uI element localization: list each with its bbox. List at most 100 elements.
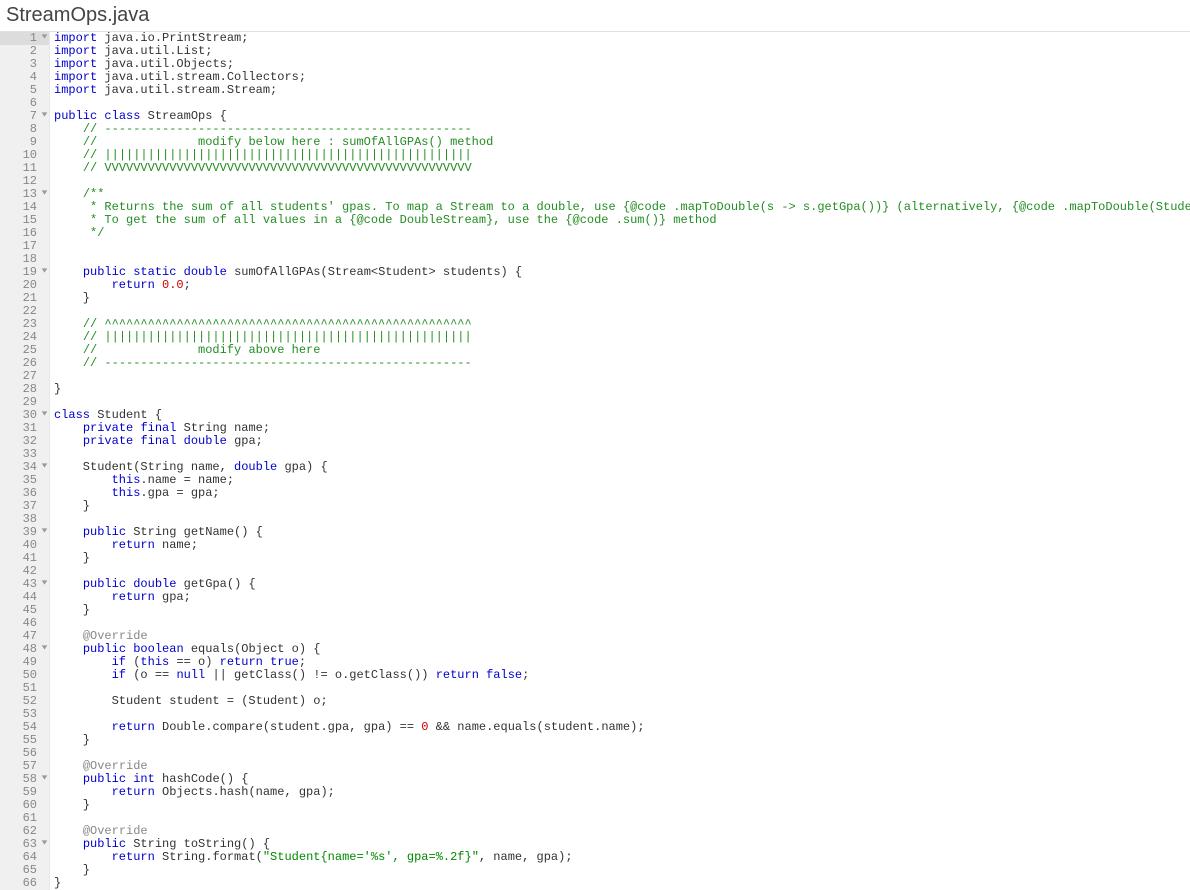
gutter-line[interactable]: 5 [0, 84, 49, 97]
code-area[interactable]: import java.io.PrintStream;import java.u… [50, 32, 1190, 890]
token-pl [155, 278, 162, 292]
token-pl: Student(String name, [54, 460, 234, 474]
line-gutter[interactable]: 1234567891011121314151617181920212223242… [0, 32, 50, 890]
token-kw: return [220, 655, 263, 669]
code-line[interactable]: Student student = (Student) o; [54, 695, 1190, 708]
token-pl [54, 720, 112, 734]
code-line[interactable]: return Objects.hash(name, gpa); [54, 786, 1190, 799]
code-line[interactable]: } [54, 734, 1190, 747]
code-line[interactable]: import java.util.stream.Stream; [54, 84, 1190, 97]
code-line[interactable] [54, 240, 1190, 253]
code-line[interactable] [54, 812, 1190, 825]
token-kw: double [184, 434, 227, 448]
gutter-line[interactable]: 65 [0, 864, 49, 877]
code-line[interactable]: * To get the sum of all values in a {@co… [54, 214, 1190, 227]
gutter-line[interactable]: 3 [0, 58, 49, 71]
token-pl [54, 330, 83, 344]
code-line[interactable]: // -------------------------------------… [54, 357, 1190, 370]
token-kw: public [83, 772, 126, 786]
code-line[interactable]: } [54, 604, 1190, 617]
code-line[interactable]: public String getName() { [54, 526, 1190, 539]
token-kw: int [133, 772, 155, 786]
code-line[interactable] [54, 747, 1190, 760]
token-cmt: // -------------------------------------… [83, 122, 472, 136]
token-kw: boolean [133, 642, 183, 656]
code-line[interactable]: return String.format("Student{name='%s',… [54, 851, 1190, 864]
token-kw: return [436, 668, 479, 682]
code-line[interactable] [54, 396, 1190, 409]
token-pl: } [54, 733, 90, 747]
token-kw: return [112, 785, 155, 799]
code-line[interactable]: // VVVVVVVVVVVVVVVVVVVVVVVVVVVVVVVVVVVVV… [54, 162, 1190, 175]
fold-toggle-icon[interactable] [41, 189, 48, 196]
token-pl: String name; [176, 421, 270, 435]
fold-toggle-icon[interactable] [41, 774, 48, 781]
token-pl [54, 785, 112, 799]
code-line[interactable]: return Double.compare(student.gpa, gpa) … [54, 721, 1190, 734]
fold-toggle-icon[interactable] [41, 644, 48, 651]
token-pl [54, 837, 83, 851]
code-line[interactable]: } [54, 877, 1190, 890]
token-num: 0.0 [162, 278, 184, 292]
gutter-line[interactable]: 4 [0, 71, 49, 84]
gutter-line[interactable]: 7 [0, 110, 49, 123]
token-cmt: // -------------------------------------… [83, 356, 472, 370]
code-line[interactable]: return gpa; [54, 591, 1190, 604]
code-line[interactable]: this.gpa = gpa; [54, 487, 1190, 500]
fold-toggle-icon[interactable] [41, 111, 48, 118]
code-line[interactable]: public double getGpa() { [54, 578, 1190, 591]
token-pl [54, 265, 83, 279]
code-line[interactable]: } [54, 864, 1190, 877]
gutter-line[interactable]: 6 [0, 97, 49, 110]
code-line[interactable]: } [54, 799, 1190, 812]
token-kw: if [112, 655, 126, 669]
token-pl: ; [299, 655, 306, 669]
token-pl [54, 759, 83, 773]
code-line[interactable]: import java.io.PrintStream; [54, 32, 1190, 45]
token-kw: import [54, 31, 97, 45]
token-pl: gpa; [155, 590, 191, 604]
gutter-line[interactable]: 8 [0, 123, 49, 136]
code-line[interactable]: } [54, 500, 1190, 513]
token-pl: java.util.stream.Stream; [97, 83, 277, 97]
fold-toggle-icon[interactable] [41, 579, 48, 586]
token-kw: return [112, 278, 155, 292]
gutter-line[interactable]: 1 [0, 32, 49, 45]
token-pl [54, 278, 112, 292]
token-pl [54, 642, 83, 656]
token-kw: class [104, 109, 140, 123]
token-kw: return [112, 850, 155, 864]
token-pl [54, 824, 83, 838]
code-line[interactable]: public static double sumOfAllGPAs(Stream… [54, 266, 1190, 279]
code-editor[interactable]: 1234567891011121314151617181920212223242… [0, 31, 1190, 890]
token-kw: double [133, 577, 176, 591]
token-cmt: */ [90, 226, 104, 240]
token-kw: double [234, 460, 277, 474]
code-line[interactable] [54, 370, 1190, 383]
token-cmt: // ^^^^^^^^^^^^^^^^^^^^^^^^^^^^^^^^^^^^^… [83, 317, 472, 331]
code-line[interactable]: if (o == null || getClass() != o.getClas… [54, 669, 1190, 682]
code-line[interactable]: } [54, 292, 1190, 305]
fold-toggle-icon[interactable] [41, 267, 48, 274]
code-line[interactable]: } [54, 552, 1190, 565]
code-line[interactable]: return name; [54, 539, 1190, 552]
token-kw: import [54, 44, 97, 58]
code-line[interactable] [54, 175, 1190, 188]
fold-toggle-icon[interactable] [41, 839, 48, 846]
fold-toggle-icon[interactable] [41, 527, 48, 534]
token-cmt: // modify above here [83, 343, 321, 357]
code-line[interactable] [54, 617, 1190, 630]
code-line[interactable]: */ [54, 227, 1190, 240]
gutter-line[interactable]: 66 [0, 877, 49, 890]
code-line[interactable]: this.name = name; [54, 474, 1190, 487]
fold-toggle-icon[interactable] [41, 462, 48, 469]
gutter-line[interactable]: 2 [0, 45, 49, 58]
token-kw: double [184, 265, 227, 279]
token-kw: private [83, 434, 133, 448]
code-line[interactable]: } [54, 383, 1190, 396]
code-line[interactable]: private final double gpa; [54, 435, 1190, 448]
fold-toggle-icon[interactable] [41, 33, 48, 40]
code-line[interactable]: return 0.0; [54, 279, 1190, 292]
fold-toggle-icon[interactable] [41, 410, 48, 417]
page-title: StreamOps.java [0, 0, 1190, 31]
